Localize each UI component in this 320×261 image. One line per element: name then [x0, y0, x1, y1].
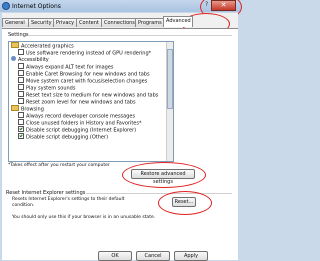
settings-heading: Settings: [8, 32, 29, 38]
close-button[interactable]: ✕: [211, 0, 236, 11]
folder-icon: [11, 105, 19, 111]
checkbox[interactable]: [18, 91, 24, 97]
tree-item-close-unused-folders[interactable]: Close unused folders in History and Favo…: [18, 119, 141, 127]
checkbox[interactable]: [18, 70, 24, 76]
reset-warning: You should only use this if your browser…: [12, 215, 156, 220]
vertical-scrollbar[interactable]: [166, 42, 173, 161]
checkbox[interactable]: [18, 77, 24, 83]
checkbox[interactable]: [18, 119, 24, 125]
cancel-button[interactable]: Cancel: [136, 251, 170, 261]
tree-item-reset-zoom[interactable]: Reset zoom level for new windows and tab…: [18, 98, 136, 106]
checkbox-checked[interactable]: [18, 126, 24, 132]
tree-item-record-console[interactable]: Always record developer console messages: [18, 112, 135, 120]
restore-advanced-settings-button[interactable]: Restore advanced settings: [131, 169, 195, 185]
reset-description-line-2: condition.: [12, 203, 35, 208]
tab-advanced[interactable]: Advanced: [163, 16, 193, 27]
tab-strip: General Security Privacy Content Connect…: [2, 16, 193, 28]
tree-item-accessibility[interactable]: Accessibility: [11, 56, 49, 64]
checkbox[interactable]: [18, 49, 24, 55]
tree-item-caret-browsing[interactable]: Enable Caret Browsing for new windows an…: [18, 70, 150, 78]
internet-options-window: Internet Options ? ✕ General Security Pr…: [0, 0, 242, 261]
reset-description-line-1: Resets Internet Explorer's settings to t…: [12, 197, 125, 202]
reset-heading: Reset Internet Explorer settings: [6, 190, 86, 196]
tree-item-move-system-caret[interactable]: Move system caret with focus/selection c…: [18, 77, 147, 85]
window-title: Internet Options: [12, 3, 61, 10]
ie-logo-icon: [2, 2, 10, 10]
checkbox[interactable]: [18, 112, 24, 118]
ok-button[interactable]: OK: [98, 251, 132, 261]
tab-connections[interactable]: Connections: [101, 18, 136, 27]
tree-item-expand-alt-text[interactable]: Always expand ALT text for images: [18, 63, 114, 71]
dialog-panel: General Security Privacy Content Connect…: [2, 13, 238, 261]
reset-divider: [86, 193, 232, 194]
reset-button[interactable]: Reset...: [172, 197, 196, 207]
tree-item-disable-debugging-other[interactable]: Disable script debugging (Other): [18, 133, 108, 141]
tree-item-reset-text-size[interactable]: Reset text size to medium for new window…: [18, 91, 158, 99]
tab-security[interactable]: Security: [28, 18, 54, 27]
tree-item-browsing[interactable]: Browsing: [11, 105, 44, 113]
tab-privacy[interactable]: Privacy: [53, 18, 77, 27]
apply-button[interactable]: Apply: [174, 251, 208, 261]
checkbox[interactable]: [18, 84, 24, 90]
checkbox[interactable]: [18, 63, 24, 69]
checkbox-checked[interactable]: [18, 133, 24, 139]
tab-content[interactable]: Content: [76, 18, 102, 27]
tree-item-play-system-sounds[interactable]: Play system sounds: [18, 84, 75, 92]
scroll-thumb[interactable]: [167, 49, 173, 109]
checkbox[interactable]: [18, 98, 24, 104]
settings-tree[interactable]: Accelerated graphics Use software render…: [8, 41, 174, 162]
tab-programs[interactable]: Programs: [135, 18, 164, 27]
advanced-tab-content: Settings Accelerated graphics Use softwa…: [2, 28, 238, 261]
accessibility-icon: [11, 56, 16, 61]
restart-note: *Takes effect after you restart your com…: [8, 163, 110, 168]
tab-general[interactable]: General: [2, 18, 29, 27]
tree-item-software-rendering[interactable]: Use software rendering instead of GPU re…: [18, 49, 151, 57]
title-bar: Internet Options ? ✕: [0, 0, 241, 12]
folder-icon: [11, 42, 19, 48]
settings-divider: [28, 35, 232, 36]
tree-item-disable-debugging-ie[interactable]: Disable script debugging (Internet Explo…: [18, 126, 136, 134]
